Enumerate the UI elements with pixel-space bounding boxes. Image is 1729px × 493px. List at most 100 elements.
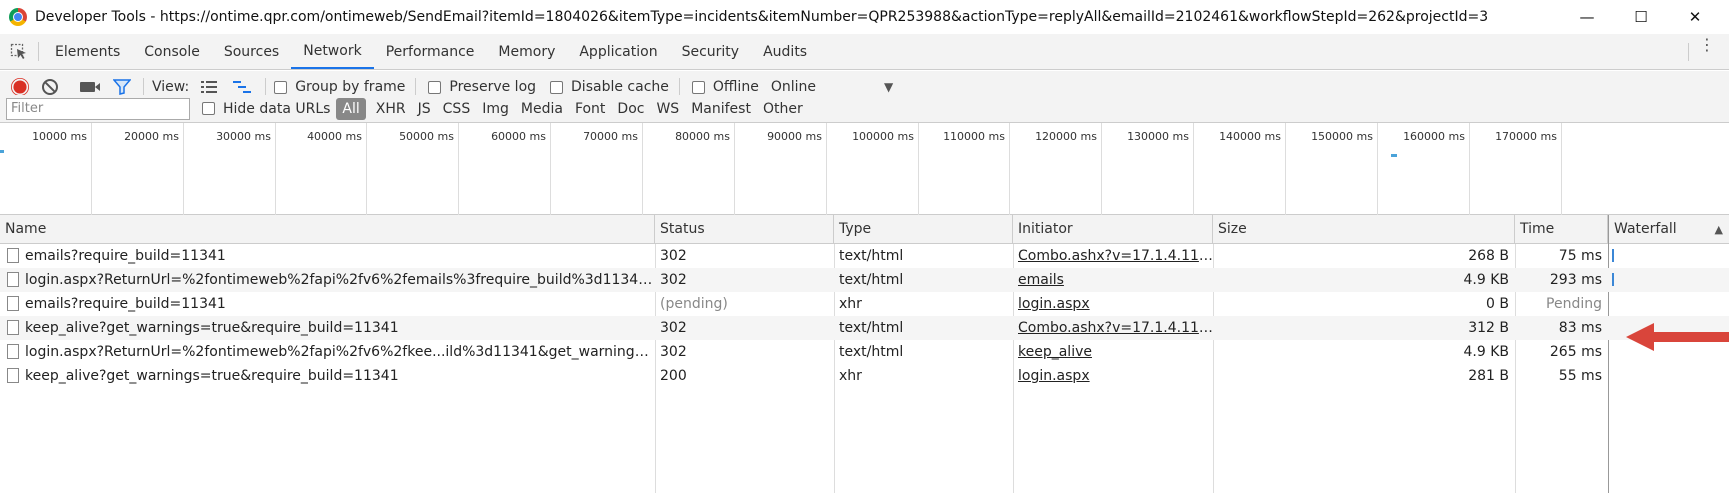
- large-rows-icon[interactable]: [201, 80, 218, 94]
- initiator-link[interactable]: Combo.ashx?v=17.1.4.113...: [1013, 316, 1213, 340]
- request-name-cell[interactable]: emails?require_build=11341: [0, 292, 655, 316]
- throttling-select[interactable]: Online ▼: [771, 79, 893, 95]
- group-by-frame-label: Group by frame: [295, 79, 406, 95]
- column-header-status[interactable]: Status: [655, 215, 834, 244]
- preserve-log-toggle[interactable]: Preserve log: [428, 79, 536, 95]
- inspect-element-button[interactable]: [0, 34, 38, 69]
- table-row[interactable]: login.aspx?ReturnUrl=%2fontimeweb%2fapi%…: [0, 268, 1729, 292]
- filter-type-ws[interactable]: WS: [650, 101, 685, 117]
- filter-type-font[interactable]: Font: [569, 101, 611, 117]
- chrome-logo-icon: [9, 8, 27, 26]
- time-cell: 265 ms: [1549, 344, 1602, 360]
- column-header-initiator[interactable]: Initiator: [1013, 215, 1213, 244]
- overview-tick-label: 80000 ms: [675, 130, 730, 143]
- initiator-link[interactable]: keep_alive: [1013, 340, 1213, 364]
- initiator-link[interactable]: login.aspx: [1013, 364, 1213, 388]
- tab-performance[interactable]: Performance: [374, 34, 487, 69]
- sort-ascending-icon: ▲: [1714, 223, 1723, 236]
- group-by-frame-toggle[interactable]: Group by frame: [274, 79, 405, 95]
- clear-button[interactable]: [42, 79, 58, 95]
- tab-sources[interactable]: Sources: [212, 34, 291, 69]
- offline-toggle[interactable]: Offline: [691, 79, 759, 95]
- request-name-cell[interactable]: login.aspx?ReturnUrl=%2fontimeweb%2fapi%…: [0, 268, 655, 292]
- tab-elements[interactable]: Elements: [43, 34, 132, 69]
- tab-audits[interactable]: Audits: [751, 34, 819, 69]
- type-cell: text/html: [839, 248, 904, 264]
- overview-gridline: 130000 ms: [1102, 123, 1194, 215]
- table-row[interactable]: keep_alive?get_warnings=true&require_bui…: [0, 316, 1729, 340]
- time-cell: 293 ms: [1549, 272, 1602, 288]
- filter-type-manifest[interactable]: Manifest: [685, 101, 757, 117]
- table-row[interactable]: emails?require_build=11341 (pending) xhr…: [0, 292, 1729, 316]
- hide-data-urls-checkbox[interactable]: [202, 102, 215, 115]
- initiator-link[interactable]: emails: [1013, 268, 1213, 292]
- size-cell: 4.9 KB: [1463, 272, 1510, 288]
- column-header-name[interactable]: Name: [0, 215, 655, 244]
- capture-screenshots-icon[interactable]: [80, 82, 100, 92]
- initiator-link[interactable]: Combo.ashx?v=17.1.4.113...: [1013, 244, 1213, 268]
- table-row[interactable]: emails?require_build=11341 302 text/html…: [0, 244, 1729, 268]
- filter-type-css[interactable]: CSS: [437, 101, 477, 117]
- overview-tick-label: 100000 ms: [852, 130, 914, 143]
- filter-type-doc[interactable]: Doc: [611, 101, 650, 117]
- size-cell: 268 B: [1468, 248, 1509, 264]
- filter-type-other[interactable]: Other: [757, 101, 809, 117]
- column-header-size[interactable]: Size: [1213, 215, 1515, 244]
- overview-gridline: 20000 ms: [92, 123, 184, 215]
- document-icon: [7, 320, 19, 335]
- document-icon: [7, 296, 19, 311]
- table-row[interactable]: login.aspx?ReturnUrl=%2fontimeweb%2fapi%…: [0, 340, 1729, 364]
- filter-funnel-icon[interactable]: [113, 79, 131, 95]
- column-header-waterfall[interactable]: Waterfall ▲: [1608, 215, 1729, 244]
- type-cell: text/html: [839, 272, 904, 288]
- filter-input[interactable]: [6, 97, 190, 120]
- filter-type-media[interactable]: Media: [515, 101, 569, 117]
- type-cell: text/html: [839, 344, 904, 360]
- close-button[interactable]: ✕: [1672, 0, 1718, 34]
- overview-tick-label: 140000 ms: [1219, 130, 1281, 143]
- chevron-down-icon: ▼: [883, 80, 894, 94]
- time-cell: 83 ms: [1558, 320, 1602, 336]
- tab-memory[interactable]: Memory: [486, 34, 567, 69]
- overview-tick-label: 130000 ms: [1127, 130, 1189, 143]
- tab-console[interactable]: Console: [132, 34, 212, 69]
- tab-application[interactable]: Application: [567, 34, 669, 69]
- overview-waterfall-icon[interactable]: [233, 80, 252, 94]
- preserve-log-label: Preserve log: [449, 79, 537, 95]
- filter-type-js[interactable]: JS: [412, 101, 437, 117]
- record-button[interactable]: [13, 80, 27, 94]
- toolbar-divider: [143, 78, 144, 96]
- window-titlebar: Developer Tools - https://ontime.qpr.com…: [0, 0, 1729, 34]
- preserve-log-checkbox[interactable]: [428, 80, 442, 94]
- hide-data-urls-label: Hide data URLs: [223, 100, 331, 117]
- disable-cache-checkbox[interactable]: [550, 80, 564, 94]
- status-cell: 302: [660, 344, 687, 360]
- overview-gridline: 110000 ms: [919, 123, 1010, 215]
- filter-type-img[interactable]: Img: [476, 101, 515, 117]
- annotation-arrow-icon: [1626, 323, 1729, 351]
- column-header-time[interactable]: Time: [1515, 215, 1608, 244]
- request-name-cell[interactable]: keep_alive?get_warnings=true&require_bui…: [0, 364, 655, 388]
- request-name-cell[interactable]: login.aspx?ReturnUrl=%2fontimeweb%2fapi%…: [0, 340, 655, 364]
- document-icon: [7, 248, 19, 263]
- tab-security[interactable]: Security: [670, 34, 752, 69]
- hide-data-urls-toggle[interactable]: Hide data URLs: [202, 101, 330, 117]
- request-name-cell[interactable]: keep_alive?get_warnings=true&require_bui…: [0, 316, 655, 340]
- more-options-icon[interactable]: ⋮: [1699, 37, 1715, 53]
- type-cell: xhr: [839, 296, 862, 312]
- disable-cache-toggle[interactable]: Disable cache: [550, 79, 669, 95]
- request-name-cell[interactable]: emails?require_build=11341: [0, 244, 655, 268]
- column-header-type[interactable]: Type: [834, 215, 1013, 244]
- filter-type-all[interactable]: All: [336, 97, 366, 120]
- minimize-button[interactable]: —: [1564, 0, 1610, 34]
- group-by-frame-checkbox[interactable]: [274, 80, 288, 94]
- network-overview-timeline[interactable]: 10000 ms 20000 ms 30000 ms 40000 ms 5000…: [0, 123, 1729, 215]
- filter-type-xhr[interactable]: XHR: [370, 101, 412, 117]
- offline-checkbox[interactable]: [691, 80, 705, 94]
- initiator-link[interactable]: login.aspx: [1013, 292, 1213, 316]
- table-row[interactable]: keep_alive?get_warnings=true&require_bui…: [0, 364, 1729, 388]
- maximize-button[interactable]: ☐: [1618, 0, 1664, 34]
- tab-network[interactable]: Network: [291, 34, 374, 69]
- toolbar-divider: [678, 78, 680, 96]
- network-requests-table: Name Status Type Initiator Size Time Wat…: [0, 215, 1729, 493]
